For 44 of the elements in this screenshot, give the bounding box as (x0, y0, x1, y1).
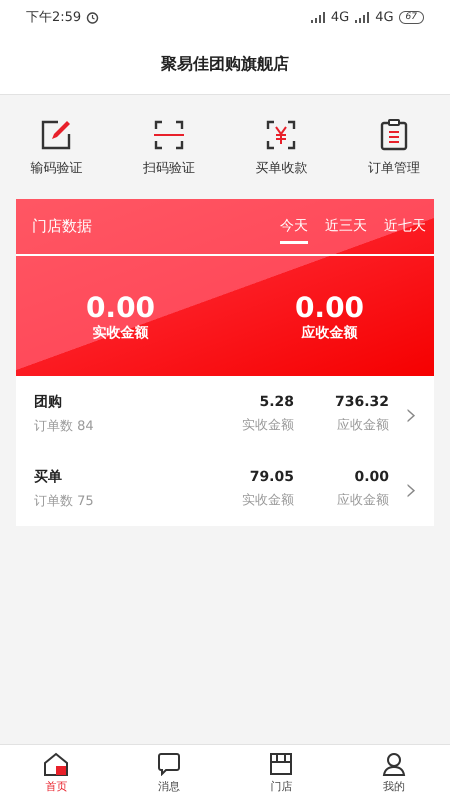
alarm-icon (86, 10, 100, 24)
network-type: 4G (375, 10, 394, 24)
user-icon (382, 752, 406, 776)
receivable-amount: 736.32 (334, 394, 389, 410)
amount-value: 0.00 (86, 290, 156, 324)
amount-label: 实收金额 (242, 492, 294, 508)
network-type: 4G (330, 10, 350, 24)
edit-icon (40, 119, 72, 151)
amount-label: 实收金额 (92, 324, 148, 342)
quick-action-button[interactable]: 扫码验证 (140, 117, 197, 179)
amount-label: 应收金额 (302, 324, 358, 342)
received-amount: 79.05 (250, 468, 294, 484)
amount-label: 应收金额 (337, 492, 389, 508)
scan-icon (152, 119, 185, 151)
quick-action-button[interactable]: 输码验证 (28, 117, 84, 179)
receivable-amount: 0.00 (354, 468, 389, 484)
order-summary-row[interactable]: 团购 订单数 84 5.28 实收金额 736.32 应收金额 › (16, 376, 434, 451)
quick-action-button[interactable]: 买单收款 (253, 117, 310, 179)
signal-icon (354, 12, 370, 22)
amount-label: 应收金额 (337, 416, 389, 434)
order-type: 团购 (34, 392, 63, 410)
received-amount: 5.28 (259, 394, 294, 410)
store-title: 聚易佳团购旗舰店 (161, 54, 289, 74)
chevron-icon: › (405, 470, 418, 508)
section-title: 门店数据 (32, 217, 93, 236)
order-count: 订单数 84 (34, 418, 95, 434)
home-icon (43, 752, 70, 776)
amount-label: 实收金额 (242, 416, 294, 434)
order-count: 订单数 75 (34, 492, 95, 510)
signal-icon (310, 12, 326, 22)
quick-action-button[interactable]: 订单管理 (366, 117, 422, 179)
nav-tab[interactable]: 首页 (0, 745, 112, 800)
nav-tab[interactable]: 门店 (225, 745, 338, 800)
chat-bubble-icon (156, 752, 181, 776)
yuan-scan-icon (265, 119, 298, 151)
chevron-icon: › (405, 394, 418, 432)
storefront-icon (269, 752, 294, 776)
nav-tab[interactable]: 消息 (112, 745, 225, 800)
order-summary-row[interactable]: 买单 订单数 75 79.05 实收金额 0.00 应收金额 › (16, 451, 434, 526)
status-time: 下午2:59 (26, 9, 82, 26)
order-type: 买单 (34, 468, 63, 486)
battery-level: 67 (398, 10, 424, 24)
amount-value: 0.00 (294, 290, 364, 324)
nav-tab[interactable]: 我的 (338, 745, 450, 800)
